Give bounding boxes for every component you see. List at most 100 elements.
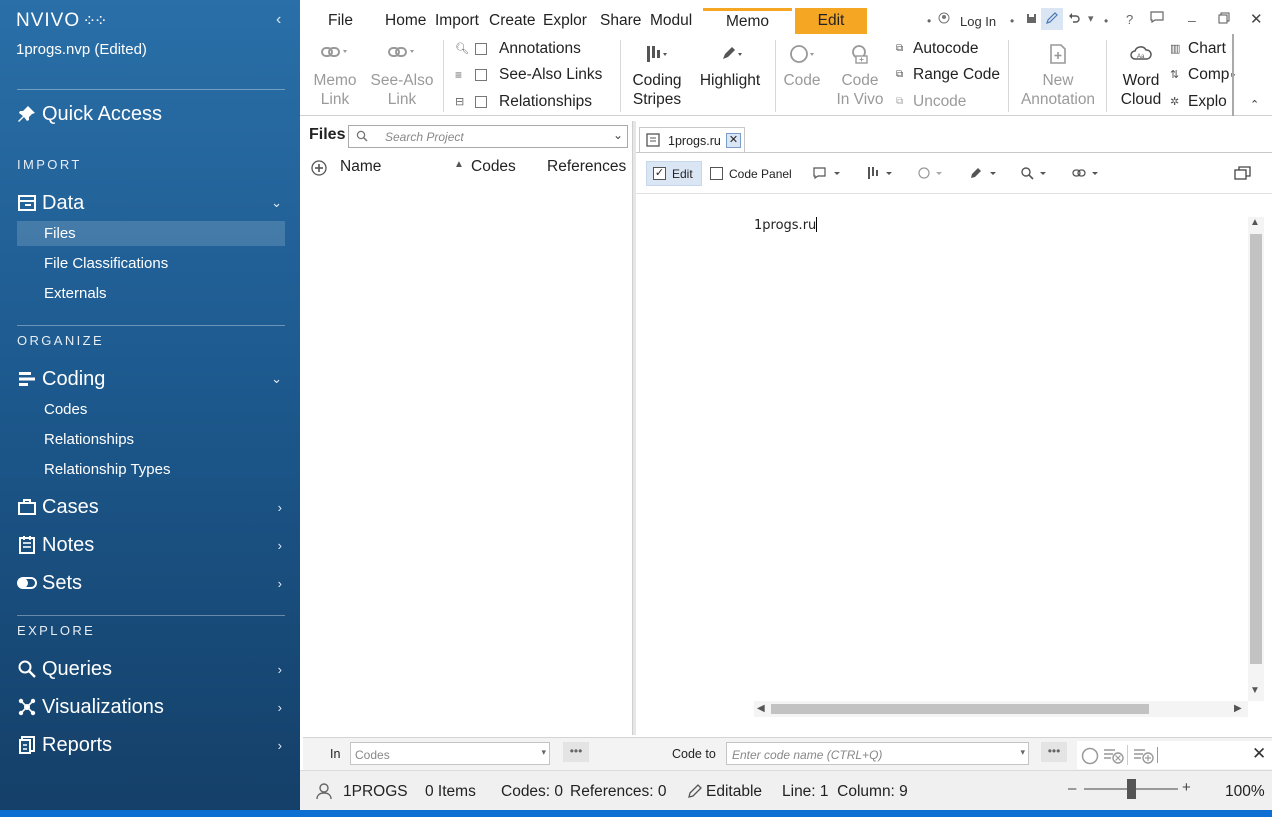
restore-icon[interactable]	[1218, 12, 1230, 27]
tab-import[interactable]: Import	[435, 8, 479, 34]
code-panel-checkbox[interactable]	[710, 167, 723, 180]
sidebar-item-queries[interactable]: Queries ›	[16, 654, 288, 684]
tab-create[interactable]: Create	[489, 8, 536, 34]
column-header-codes[interactable]: Codes	[471, 158, 516, 176]
tab-home[interactable]: Home	[385, 8, 426, 34]
code-to-input[interactable]: Enter code name (CTRL+Q) ▾	[726, 742, 1029, 765]
dropdown-icon[interactable]: ▾	[1088, 12, 1094, 25]
sidebar-item-data[interactable]: Data ⌄	[16, 188, 288, 218]
tab-memo[interactable]: Memo	[703, 8, 792, 34]
sidebar-item-coding[interactable]: Coding ⌄	[16, 364, 288, 394]
code-selection-icon[interactable]	[1081, 747, 1101, 770]
code-panel-toggle[interactable]: Code Panel	[710, 161, 800, 186]
quick-access-item[interactable]: Quick Access	[16, 99, 288, 129]
code-in-vivo-button[interactable]: Code In Vivo	[830, 44, 890, 109]
code-button[interactable]: Code	[778, 44, 826, 90]
coding-stripes-menu-icon[interactable]	[866, 166, 898, 185]
sidebar-item-relationships[interactable]: Relationships	[17, 427, 285, 452]
explore-diagram-button[interactable]: ✲ Explo	[1170, 91, 1227, 113]
edit-checkbox[interactable]: ✓	[653, 167, 666, 180]
collapse-sidebar-icon[interactable]: ‹	[276, 11, 281, 29]
chevron-down-icon[interactable]: ⌄	[613, 128, 623, 142]
sidebar-item-files[interactable]: Files	[17, 221, 285, 246]
network-icon	[16, 698, 38, 716]
edit-toggle[interactable]: ✓ Edit	[646, 161, 702, 186]
tab-edit[interactable]: Edit	[795, 8, 867, 34]
sidebar-item-file-classifications[interactable]: File Classifications	[17, 251, 285, 276]
tab-share[interactable]: Share	[600, 8, 641, 34]
column-header-name[interactable]: Name	[340, 158, 381, 176]
vertical-scroll-thumb[interactable]	[1250, 234, 1262, 664]
comment-icon[interactable]	[1150, 11, 1164, 26]
scroll-up-icon[interactable]: ▲	[1250, 217, 1260, 228]
sidebar-item-sets[interactable]: Sets ›	[16, 568, 288, 598]
sidebar-item-codes[interactable]: Codes	[17, 397, 285, 422]
close-tab-icon[interactable]: ✕	[726, 133, 741, 148]
annotation-menu-icon[interactable]	[812, 166, 844, 185]
see-also-links-checkbox[interactable]	[475, 69, 487, 81]
collapse-ribbon-icon[interactable]: ⌃	[1250, 98, 1259, 111]
autocode-button[interactable]: ⧉ Autocode	[896, 38, 979, 60]
code-menu-icon[interactable]	[916, 166, 950, 185]
sidebar-item-externals[interactable]: Externals	[17, 281, 285, 306]
document-tab[interactable]: 1progs.ru ✕	[639, 127, 745, 153]
coding-stripes-button[interactable]: Coding Stripes	[626, 44, 688, 109]
zoom-slider-thumb[interactable]	[1126, 779, 1136, 799]
document-content[interactable]: 1progs.ru	[754, 217, 818, 233]
login-button[interactable]: Log In	[960, 14, 996, 29]
sidebar-item-notes[interactable]: Notes ›	[16, 530, 288, 560]
close-icon[interactable]: ✕	[1250, 10, 1263, 28]
range-code-button[interactable]: ⧉ Range Code	[896, 64, 1000, 86]
zoom-out-button[interactable]: –	[1068, 780, 1076, 797]
chart-button[interactable]: ▥ Chart	[1170, 38, 1226, 60]
sidebar-item-reports[interactable]: Reports ›	[16, 730, 288, 760]
undo-icon[interactable]	[1068, 12, 1080, 27]
horizontal-scrollbar[interactable]: ◀ ▶	[754, 701, 1248, 717]
coding-actions: ✕	[1077, 741, 1272, 769]
sidebar-item-cases[interactable]: Cases ›	[16, 492, 288, 522]
link-menu-icon[interactable]	[1072, 166, 1104, 185]
close-codebar-icon[interactable]: ✕	[1252, 744, 1266, 764]
annotations-checkbox[interactable]	[475, 43, 487, 55]
new-annotation-button[interactable]: New Annotation	[1016, 44, 1100, 109]
in-codes-select[interactable]: Codes ▾	[350, 742, 550, 765]
undock-icon[interactable]	[1234, 165, 1252, 186]
browse-in-button[interactable]: •••	[563, 742, 589, 762]
dropdown-icon[interactable]: ▾	[1020, 747, 1025, 758]
tab-module[interactable]: Modul	[650, 8, 692, 34]
help-icon[interactable]: ?	[1126, 12, 1133, 27]
annotations-toggle[interactable]: 🔍︎ Annotations	[455, 38, 581, 60]
scroll-left-icon[interactable]: ◀	[757, 703, 765, 714]
edit-mode-button[interactable]	[1041, 8, 1063, 30]
relationships-checkbox[interactable]	[475, 96, 487, 108]
tab-file[interactable]: File	[328, 8, 353, 34]
browse-code-button[interactable]: •••	[1041, 742, 1067, 762]
compare-button[interactable]: ⇅ Comp ▸	[1170, 64, 1235, 86]
save-icon[interactable]	[1026, 13, 1037, 27]
see-also-links-toggle[interactable]: ≡ See-Also Links	[455, 64, 602, 86]
uncode-selection-icon[interactable]	[1103, 747, 1125, 770]
vertical-scrollbar[interactable]: ▲ ▼	[1248, 217, 1264, 701]
minimize-icon[interactable]: –	[1188, 12, 1196, 28]
relationships-toggle[interactable]: ⊟ Relationships	[455, 91, 592, 113]
sidebar-item-relationship-types[interactable]: Relationship Types	[17, 457, 285, 482]
sidebar-item-visualizations[interactable]: Visualizations ›	[16, 692, 288, 722]
uncode-button[interactable]: ⧉ Uncode	[896, 91, 966, 113]
zoom-in-button[interactable]: +	[1182, 779, 1191, 796]
see-also-link-button[interactable]: See-Also Link	[368, 44, 436, 109]
column-header-references[interactable]: References	[547, 158, 626, 176]
dropdown-icon[interactable]: ▾	[541, 747, 546, 758]
zoom-menu-icon[interactable]	[1020, 166, 1052, 185]
memo-link-button[interactable]: Memo Link	[308, 44, 362, 109]
tab-explore[interactable]: Explor	[543, 8, 587, 34]
add-column-icon[interactable]	[311, 160, 327, 181]
scroll-down-icon[interactable]: ▼	[1250, 685, 1260, 696]
word-cloud-button[interactable]: Aa Word Cloud	[1116, 44, 1166, 109]
scroll-right-icon[interactable]: ▶	[1234, 703, 1242, 714]
highlight-menu-icon[interactable]	[968, 166, 1000, 185]
search-project-input[interactable]: Search Project ⌄	[348, 125, 628, 148]
zoom-slider[interactable]	[1084, 779, 1178, 799]
highlight-button[interactable]: Highlight	[694, 44, 766, 90]
code-new-icon[interactable]	[1133, 747, 1155, 770]
horizontal-scroll-thumb[interactable]	[771, 704, 1149, 714]
